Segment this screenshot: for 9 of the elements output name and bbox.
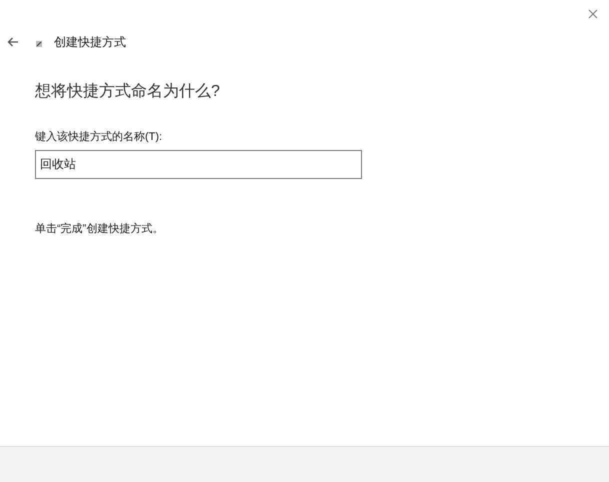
window-title: 创建快捷方式 <box>54 34 126 51</box>
shortcut-icon <box>36 41 42 47</box>
close-icon <box>588 9 598 19</box>
name-field[interactable]: 回收站 <box>35 150 362 178</box>
back-arrow-icon <box>7 37 19 47</box>
back-button[interactable] <box>6 35 20 49</box>
field-label: 键入该快捷方式的名称(T): <box>35 130 164 145</box>
instruction-text: 单击“完成”创建快捷方式。 <box>35 222 164 236</box>
page-heading: 想将快捷方式命名为什么? <box>35 82 221 102</box>
